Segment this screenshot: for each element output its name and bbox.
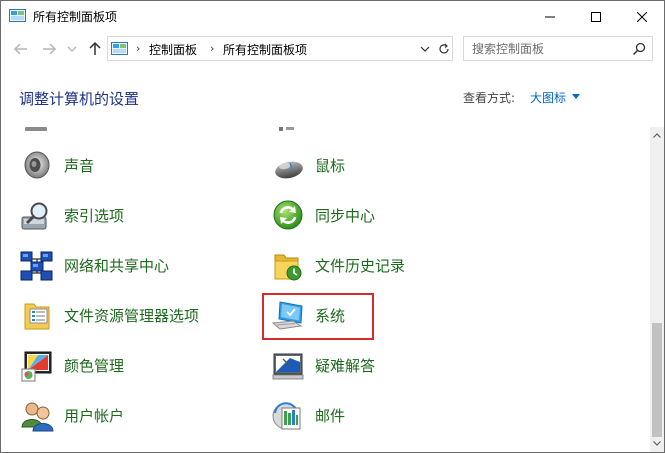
- maximize-icon: [591, 11, 601, 22]
- scroll-up-button[interactable]: [650, 127, 664, 144]
- item-label: 同步中心: [315, 207, 376, 225]
- recent-locations-chevron-icon[interactable]: [65, 39, 79, 59]
- item-label: 用户帐户: [64, 407, 125, 425]
- folder-options-icon: [24, 303, 50, 330]
- minimize-icon: [545, 16, 555, 17]
- chevron-up-icon: [653, 133, 661, 138]
- item-file-explorer-options[interactable]: 文件资源管理器选项: [20, 299, 260, 345]
- refresh-icon: [438, 43, 449, 53]
- item-label: 系统: [315, 307, 346, 325]
- file-history-icon: [274, 254, 302, 281]
- item-label: 网络和共享中心: [64, 257, 170, 275]
- chevron-down-icon: [420, 46, 430, 52]
- item-label: 邮件: [315, 407, 346, 425]
- item-network-sharing-center[interactable]: 网络和共享中心: [20, 249, 240, 295]
- minimize-button[interactable]: [527, 1, 573, 32]
- scroll-down-button[interactable]: [650, 435, 664, 452]
- item-mouse[interactable]: 鼠标: [271, 149, 471, 195]
- item-label: 索引选项: [64, 207, 125, 225]
- window-title: 所有控制面板项: [33, 10, 118, 24]
- mail-icon: [272, 402, 301, 430]
- dropdown-triangle-icon[interactable]: [572, 94, 580, 99]
- item-color-management[interactable]: 颜色管理: [20, 349, 240, 395]
- address-bar[interactable]: › 控制面板 › 所有控制面板项: [107, 36, 453, 61]
- control-panel-window: 所有控制面板项 › 控制面板 › 所有控制面板项 搜索控制面板 调整计算机的设置…: [0, 0, 665, 453]
- system-icon: [271, 301, 303, 330]
- item-troubleshooting[interactable]: 疑难解答: [271, 349, 471, 395]
- item-file-history[interactable]: 文件历史记录: [271, 249, 471, 295]
- search-input[interactable]: [472, 40, 622, 57]
- back-arrow-icon[interactable]: [11, 39, 31, 59]
- item-label: 声音: [64, 157, 95, 175]
- chevron-down-icon: [653, 441, 661, 446]
- indexing-icon: [21, 202, 48, 230]
- close-icon: [637, 11, 647, 22]
- view-by-dropdown[interactable]: 大图标: [530, 89, 566, 106]
- refresh-button[interactable]: [434, 37, 453, 60]
- title-bar[interactable]: 所有控制面板项: [1, 1, 664, 32]
- page-title: 调整计算机的设置: [19, 90, 140, 108]
- breadcrumb-separator-icon[interactable]: ›: [210, 42, 214, 55]
- item-user-accounts[interactable]: 用户帐户: [20, 399, 240, 445]
- color-management-icon: [21, 351, 52, 382]
- items-list: 声音 鼠标 索引选项 同步中心 网络和共享中心 文件历史记录 文件资源管理器选项…: [1, 127, 650, 452]
- troubleshooting-icon: [272, 353, 304, 380]
- user-accounts-icon: [21, 402, 54, 432]
- item-indexing-options[interactable]: 索引选项: [20, 199, 240, 245]
- breadcrumb-separator-icon[interactable]: ›: [136, 42, 140, 55]
- item-label: 文件资源管理器选项: [64, 307, 200, 325]
- item-sync-center[interactable]: 同步中心: [271, 199, 471, 245]
- up-arrow-icon[interactable]: [86, 39, 104, 59]
- forward-arrow-icon[interactable]: [39, 39, 59, 59]
- address-history-button[interactable]: [416, 37, 434, 60]
- scroll-thumb[interactable]: [652, 323, 662, 437]
- mouse-icon: [275, 161, 303, 179]
- control-panel-icon: [111, 42, 128, 55]
- item-label: 鼠标: [315, 157, 346, 175]
- network-icon: [20, 251, 53, 281]
- close-button[interactable]: [619, 1, 664, 32]
- item-mail[interactable]: 邮件: [271, 399, 471, 445]
- maximize-button[interactable]: [573, 1, 619, 32]
- item-label: 颜色管理: [64, 357, 125, 375]
- item-sound[interactable]: 声音: [20, 149, 240, 195]
- control-panel-icon: [9, 9, 26, 22]
- item-system[interactable]: 系统: [271, 299, 471, 345]
- vertical-scrollbar[interactable]: [650, 127, 664, 452]
- item-label: 文件历史记录: [315, 257, 406, 275]
- speaker-icon: [24, 151, 50, 179]
- navigation-bar: › 控制面板 › 所有控制面板项: [1, 32, 664, 66]
- partial-item-icon: [279, 127, 294, 131]
- search-icon[interactable]: [631, 41, 647, 57]
- item-label: 疑难解答: [315, 357, 376, 375]
- breadcrumb-all-items[interactable]: 所有控制面板项: [223, 41, 307, 58]
- breadcrumb-control-panel[interactable]: 控制面板: [149, 41, 197, 58]
- view-by-label: 查看方式:: [463, 91, 516, 105]
- search-box[interactable]: [463, 36, 653, 61]
- partial-item-icon: [25, 127, 47, 131]
- sync-center-icon: [273, 200, 303, 230]
